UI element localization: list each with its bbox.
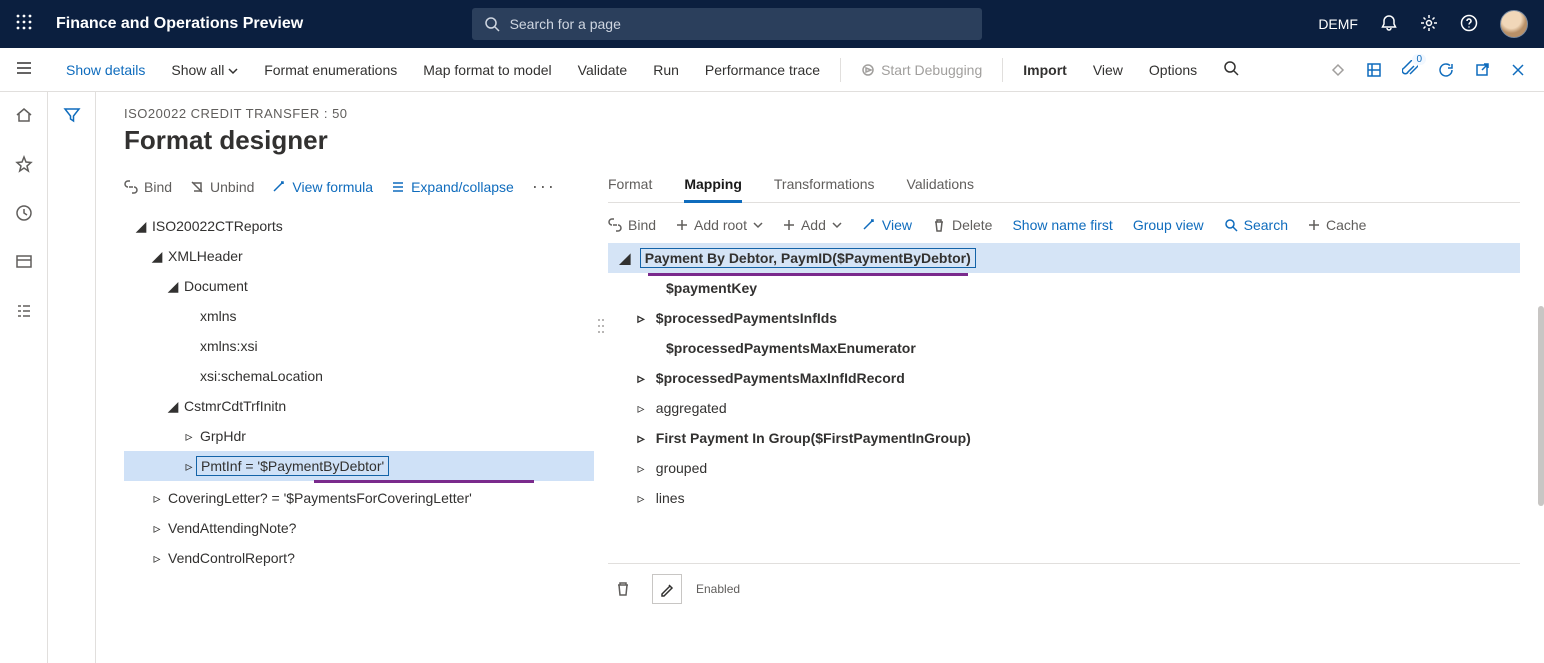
add-root-button[interactable]: Add root [676,217,763,233]
modules-icon[interactable] [15,302,33,323]
search-placeholder: Search for a page [510,16,621,32]
search-input[interactable]: Search for a page [472,8,982,40]
recents-icon[interactable] [15,204,33,225]
map-node[interactable]: ▹ lines [608,483,1520,513]
filter-icon[interactable] [63,106,81,663]
bind-button[interactable]: Bind [124,179,172,195]
tab-transformations[interactable]: Transformations [774,176,875,192]
enabled-label: Enabled [696,582,740,596]
highlight-underline [648,273,968,276]
tab-mapping[interactable]: Mapping [684,176,742,203]
bottom-edit-icon[interactable] [652,574,682,604]
map-node-selected[interactable]: ◢ Payment By Debtor, PaymID($PaymentByDe… [608,243,1520,273]
map-node[interactable]: ▹$paymentKey [608,273,1520,303]
hamburger-icon[interactable] [0,59,48,80]
tree-node[interactable]: ▹xmlns:xsi [124,331,594,361]
group-view-button[interactable]: Group view [1133,217,1204,233]
bottom-delete-icon[interactable] [608,574,638,604]
separator [1002,58,1003,82]
tree-node[interactable]: ▹VendAttendingNote? [124,513,594,543]
view-formula-button[interactable]: View formula [272,179,373,195]
map-format-button[interactable]: Map format to model [423,62,551,78]
show-all-button[interactable]: Show all [171,62,238,78]
company-label[interactable]: DEMF [1318,16,1358,32]
tree-node[interactable]: ◢Document [124,271,594,301]
close-icon[interactable] [1510,62,1526,78]
show-details-button[interactable]: Show details [66,62,145,78]
map-node[interactable]: ▹ grouped [608,453,1520,483]
format-enumerations-button[interactable]: Format enumerations [264,62,397,78]
home-icon[interactable] [15,106,33,127]
tree-node[interactable]: ▹GrpHdr [124,421,594,451]
tree-node[interactable]: ◢XMLHeader [124,241,594,271]
scrollbar[interactable] [1538,306,1544,506]
performance-trace-button[interactable]: Performance trace [705,62,820,78]
refresh-icon[interactable] [1438,62,1454,78]
app-title: Finance and Operations Preview [56,15,303,33]
help-icon[interactable] [1460,14,1478,35]
tree-node[interactable]: ◢ISO20022CTReports [124,211,594,241]
cmd-search-icon[interactable] [1223,60,1239,79]
tree-node[interactable]: ▹xsi:schemaLocation [124,361,594,391]
import-button[interactable]: Import [1023,62,1067,78]
attachments-icon[interactable]: 0 [1402,60,1418,80]
settings-icon[interactable] [1420,14,1438,35]
show-name-first-button[interactable]: Show name first [1012,217,1112,233]
tree-node[interactable]: ▹CoveringLetter? = '$PaymentsForCovering… [124,483,594,513]
start-debugging-button[interactable]: Start Debugging [861,62,982,78]
map-bind-button[interactable]: Bind [608,217,656,233]
unbind-button[interactable]: Unbind [190,179,254,195]
map-node[interactable]: ▹ aggregated [608,393,1520,423]
map-search-button[interactable]: Search [1224,217,1288,233]
expand-collapse-button[interactable]: Expand/collapse [391,179,514,195]
pin-icon[interactable] [1330,62,1346,78]
map-node[interactable]: ▹$processedPaymentsMaxEnumerator [608,333,1520,363]
tree-node[interactable]: ▹xmlns [124,301,594,331]
validate-button[interactable]: Validate [578,62,628,78]
view-button[interactable]: View [1093,62,1123,78]
notifications-icon[interactable] [1380,14,1398,35]
page-title: Format designer [124,125,1544,156]
map-view-button[interactable]: View [862,217,912,233]
add-button[interactable]: Add [783,217,842,233]
map-node[interactable]: ▹ First Payment In Group($FirstPaymentIn… [608,423,1520,453]
cache-button[interactable]: Cache [1308,217,1366,233]
workspaces-icon[interactable] [15,253,33,274]
app-launcher-icon[interactable] [0,14,48,35]
breadcrumb: ISO20022 CREDIT TRANSFER : 50 [124,106,1544,121]
pane-resize-handle[interactable] [594,176,608,476]
options-button[interactable]: Options [1149,62,1197,78]
office-icon[interactable] [1366,62,1382,78]
separator [840,58,841,82]
tab-validations[interactable]: Validations [907,176,974,192]
avatar[interactable] [1500,10,1528,38]
map-node[interactable]: ▹ $processedPaymentsInfIds [608,303,1520,333]
map-node[interactable]: ▹ $processedPaymentsMaxInfIdRecord [608,363,1520,393]
run-button[interactable]: Run [653,62,679,78]
favorite-icon[interactable] [15,155,33,176]
popout-icon[interactable] [1474,62,1490,78]
more-button[interactable]: ··· [532,176,556,197]
tree-node-selected[interactable]: ▹PmtInf = '$PaymentByDebtor' [124,451,594,481]
tree-node[interactable]: ◢CstmrCdtTrfInitn [124,391,594,421]
tree-node[interactable]: ▹VendControlReport? [124,543,594,573]
delete-button[interactable]: Delete [932,217,992,233]
attachments-badge: 0 [1412,54,1426,65]
tab-format[interactable]: Format [608,176,652,192]
